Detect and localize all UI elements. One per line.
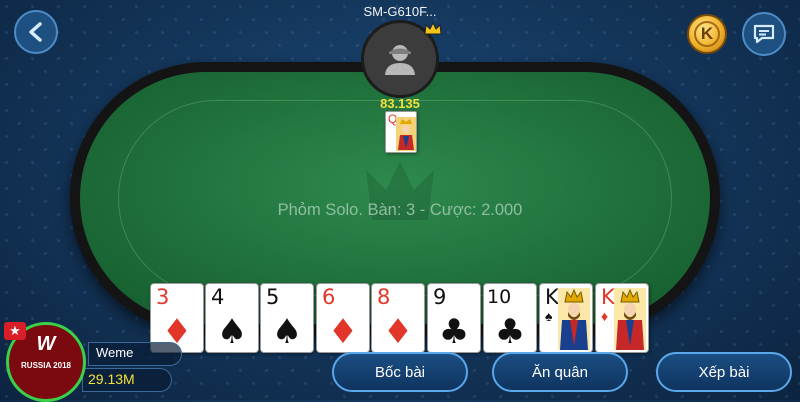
- opponent-chips: 83.135: [380, 96, 420, 111]
- player-chips: 29.13M: [88, 371, 135, 387]
- card-rank: K: [545, 285, 559, 309]
- hand-card-8[interactable]: K ♠: [539, 283, 593, 353]
- back-arrow-icon: [29, 22, 42, 42]
- hand-card-6[interactable]: 9 ♣: [427, 283, 481, 353]
- hand-card-3[interactable]: 5 ♠: [260, 283, 314, 353]
- card-rank: 4: [211, 285, 225, 309]
- spade-small-icon: ♠: [545, 308, 553, 324]
- hand-card-9[interactable]: K ♦: [595, 283, 649, 353]
- spade-icon: ♠: [271, 312, 303, 352]
- hand-card-4[interactable]: 6 ♦: [316, 283, 370, 353]
- diamond-icon: ♦: [327, 312, 359, 352]
- card-rank: 8: [377, 285, 391, 309]
- diamond-icon: ♦: [382, 312, 414, 352]
- coin-icon: K: [694, 21, 720, 47]
- player-name: Weme: [96, 345, 134, 360]
- user-silhouette-icon: [385, 45, 415, 75]
- hand-card-5[interactable]: 8 ♦: [371, 283, 425, 353]
- coin-button[interactable]: K: [687, 14, 727, 54]
- king-face-icon: [614, 288, 646, 350]
- star-icon: ★: [4, 322, 26, 340]
- card-rank: 5: [266, 285, 280, 309]
- diamond-small-icon: ♦: [601, 308, 609, 324]
- hand-card-2[interactable]: 4 ♠: [205, 283, 259, 353]
- card-rank: 3: [156, 285, 170, 309]
- coin-label: K: [700, 24, 714, 43]
- card-rank: 9: [433, 285, 447, 309]
- draw-card-button[interactable]: Bốc bài: [332, 352, 468, 392]
- crown-icon: [424, 22, 442, 35]
- hand-card-7[interactable]: 10 ♣: [483, 283, 537, 353]
- table-info-text: Phỏm Solo. Bàn: 3 - Cược: 2.000: [277, 201, 523, 219]
- opponent-name: SM-G610F...: [363, 4, 437, 19]
- sort-cards-button[interactable]: Xếp bài: [656, 352, 792, 392]
- queen-face-icon: [396, 117, 416, 151]
- spade-icon: ♠: [216, 312, 248, 352]
- club-icon: ♣: [438, 312, 470, 352]
- card-rank: K: [601, 285, 615, 309]
- take-card-button[interactable]: Ăn quân: [492, 352, 628, 392]
- club-icon: ♣: [494, 312, 526, 352]
- avatar-logo-text: RUSSIA 2018: [21, 361, 71, 370]
- chat-icon: [753, 24, 775, 44]
- card-rank: 6: [322, 285, 336, 309]
- chat-button[interactable]: [742, 12, 786, 56]
- card-rank: 10: [487, 286, 512, 308]
- king-face-icon: [558, 288, 590, 350]
- back-button[interactable]: [14, 10, 58, 54]
- played-card-queen-diamonds: Q: [385, 111, 417, 153]
- table-logo-icon: [366, 162, 434, 220]
